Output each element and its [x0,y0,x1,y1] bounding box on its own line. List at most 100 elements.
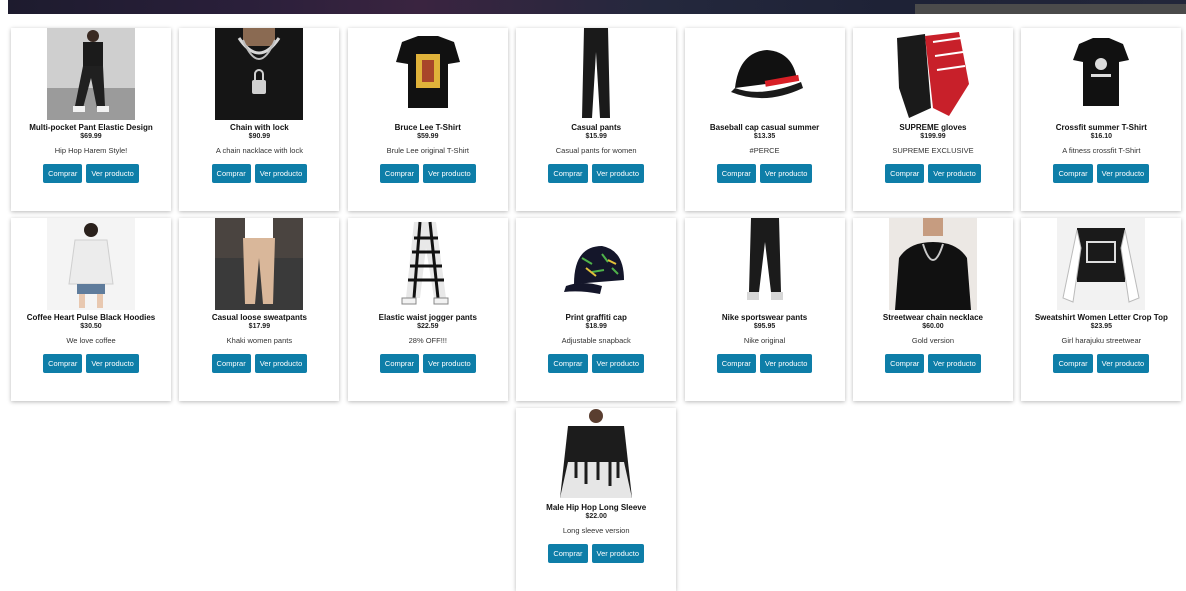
product-price: $95.95 [753,323,776,330]
buy-button[interactable]: Comprar [379,354,420,373]
product-description: Brule Lee original T-Shirt [386,146,469,155]
product-description: 28% OFF!!! [408,336,447,345]
product-image[interactable] [1057,28,1146,120]
buy-button[interactable]: Comprar [548,354,588,373]
product-card: Nike sportswear pants $95.95 Nike origin… [684,218,845,401]
product-description: #PERCE [749,146,780,155]
product-description: A chain nacklace with lock [215,146,303,155]
buy-button[interactable]: Comprar [1053,164,1093,183]
product-title: Chain with lock [230,123,289,132]
product-description: Long sleeve version [562,526,630,535]
product-image[interactable] [720,218,809,310]
view-product-button[interactable]: Ver producto [759,354,813,373]
product-card: Casual loose sweatpants $17.99 Khaki wom… [179,218,340,401]
product-description: Khaki women pants [226,336,293,345]
buy-button[interactable]: Comprar [43,164,83,183]
product-image[interactable] [888,28,977,120]
product-description: SUPREME EXCLUSIVE [892,146,974,155]
product-description: We love coffee [66,336,116,345]
view-product-button[interactable]: Ver producto [591,164,645,183]
product-description: Casual pants for women [555,146,637,155]
product-image[interactable] [47,218,135,310]
product-title: Multi-pocket Pant Elastic Design [29,123,153,132]
view-product-button[interactable]: Ver producto [86,354,139,373]
product-image[interactable] [383,28,472,120]
product-image[interactable] [47,28,135,120]
view-product-button[interactable]: Ver producto [1096,164,1150,183]
view-product-button[interactable]: Ver producto [591,354,645,373]
view-product-button[interactable]: Ver producto [1096,354,1150,373]
product-card: Sweatshirt Women Letter Crop Top $23.95 … [1021,218,1182,401]
product-title: SUPREME gloves [899,123,967,132]
buy-button[interactable]: Comprar [548,164,588,183]
product-image[interactable] [552,408,641,500]
product-card: Multi-pocket Pant Elastic Design $69.99 … [11,28,171,211]
product-price: $13.35 [753,133,776,140]
buy-button[interactable]: Comprar [716,354,756,373]
product-price: $60.00 [922,323,944,330]
view-product-button[interactable]: Ver producto [928,164,981,183]
product-image[interactable] [552,218,641,310]
product-image[interactable] [215,28,304,120]
product-title: Bruce Lee T-Shirt [394,123,461,132]
product-title: Print graffiti cap [565,313,627,322]
product-card: Chain with lock $90.99 A chain nacklace … [179,28,340,211]
buy-button[interactable]: Comprar [885,164,925,183]
product-price: $199.99 [920,133,946,140]
product-description: Girl harajuku streetwear [1061,336,1142,345]
product-description: A fitness crossfit T-Shirt [1062,146,1141,155]
buy-button[interactable]: Comprar [716,164,756,183]
view-product-button[interactable]: Ver producto [591,544,645,563]
product-description: Hip Hop Harem Style! [54,146,128,155]
view-product-button[interactable]: Ver producto [86,164,139,183]
product-image[interactable] [1057,218,1146,310]
product-price: $15.99 [585,133,607,140]
product-title: Elastic waist jogger pants [378,313,477,322]
buy-button[interactable]: Comprar [43,354,83,373]
buy-button[interactable]: Comprar [548,544,588,563]
product-card: Baseball cap casual summer $13.35 #PERCE… [684,28,845,211]
product-price: $17.99 [248,323,271,330]
buy-button[interactable]: Comprar [379,164,420,183]
buy-button[interactable]: Comprar [211,354,251,373]
product-price: $23.95 [1090,323,1113,330]
product-price: $22.00 [585,513,607,520]
product-title: Coffee Heart Pulse Black Hoodies [26,313,156,322]
product-image[interactable] [720,28,809,120]
buy-button[interactable]: Comprar [211,164,251,183]
product-title: Crossfit summer T-Shirt [1055,123,1147,132]
product-description: Adjustable snapback [561,336,631,345]
product-price: $59.99 [417,133,439,140]
product-title: Baseball cap casual summer [709,123,820,132]
product-price: $90.99 [248,133,271,140]
product-card: Elastic waist jogger pants $22.59 28% OF… [347,218,508,401]
product-card: Crossfit summer T-Shirt $16.10 A fitness… [1021,28,1182,211]
product-grid: Multi-pocket Pant Elastic Design $69.99 … [11,28,1182,591]
product-price: $16.10 [1090,133,1113,140]
product-title: Casual loose sweatpants [211,313,307,322]
product-title: Streetwear chain necklace [882,313,983,322]
product-image[interactable] [888,218,977,310]
view-product-button[interactable]: Ver producto [928,354,981,373]
product-image[interactable] [383,218,472,310]
product-card: Bruce Lee T-Shirt $59.99 Brule Lee origi… [347,28,508,211]
product-price: $22.59 [417,323,439,330]
product-card: Casual pants $15.99 Casual pants for wom… [516,28,677,211]
product-price: $18.99 [585,323,607,330]
buy-button[interactable]: Comprar [1053,354,1093,373]
product-title: Nike sportswear pants [721,313,808,322]
product-description: Gold version [911,336,954,345]
view-product-button[interactable]: Ver producto [423,354,476,373]
view-product-button[interactable]: Ver producto [423,164,476,183]
view-product-button[interactable]: Ver producto [759,164,813,183]
product-image[interactable] [552,28,641,120]
product-card: Streetwear chain necklace $60.00 Gold ve… [852,218,1013,401]
product-card: Print graffiti cap $18.99 Adjustable sna… [516,218,677,401]
view-product-button[interactable]: Ver producto [254,354,308,373]
buy-button[interactable]: Comprar [885,354,925,373]
product-card: SUPREME gloves $199.99 SUPREME EXCLUSIVE… [852,28,1013,211]
product-image[interactable] [215,218,304,310]
product-title: Male Hip Hop Long Sleeve [546,503,647,512]
view-product-button[interactable]: Ver producto [254,164,308,183]
product-title: Sweatshirt Women Letter Crop Top [1034,313,1168,322]
